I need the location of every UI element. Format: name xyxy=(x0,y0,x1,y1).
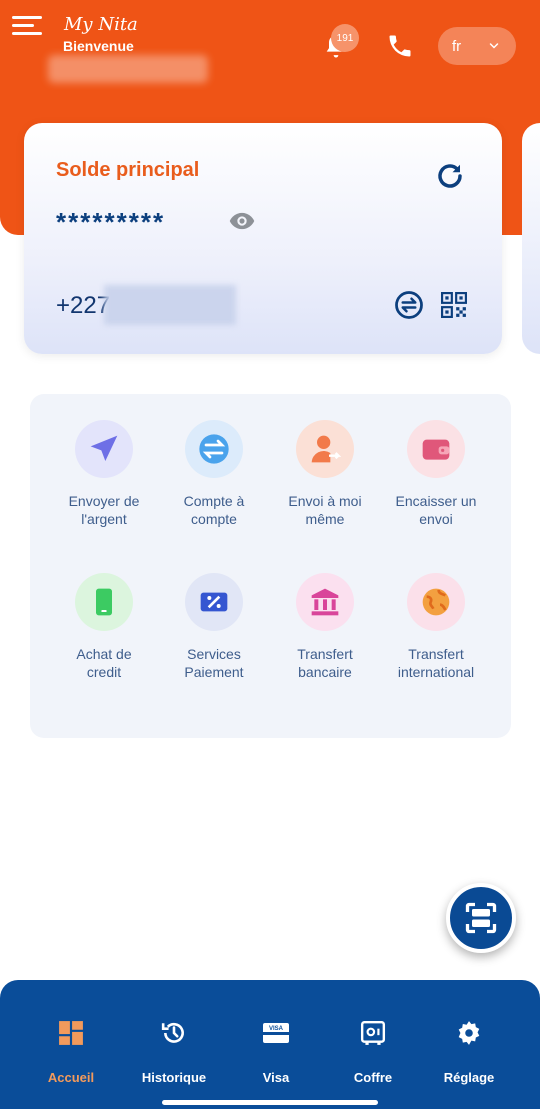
nav-coffre[interactable]: Coffre xyxy=(323,1018,423,1085)
service-label: Paiement xyxy=(184,664,244,680)
service-services-paiement[interactable]: Services Paiement xyxy=(159,573,269,681)
notification-badge: 191 xyxy=(331,24,359,52)
scan-button[interactable] xyxy=(446,883,516,953)
redacted-user-name xyxy=(48,55,208,83)
masked-balance: ********* xyxy=(56,207,166,237)
service-label: Transfert xyxy=(408,646,464,662)
qr-code-icon[interactable] xyxy=(441,292,467,318)
chevron-down-icon xyxy=(489,43,499,49)
service-label: Envoyer de xyxy=(68,493,140,509)
service-envoyer-argent[interactable]: Envoyer de l'argent xyxy=(49,420,159,528)
service-label: compte xyxy=(191,511,237,527)
service-achat-credit[interactable]: Achat de credit xyxy=(49,573,159,681)
service-label: l'argent xyxy=(81,511,127,527)
nav-accueil[interactable]: Accueil xyxy=(21,1018,121,1085)
scan-icon xyxy=(465,902,497,934)
language-value: fr xyxy=(452,37,462,55)
globe-icon xyxy=(407,573,465,631)
service-label: bancaire xyxy=(298,664,352,680)
gear-icon xyxy=(419,1018,519,1048)
service-label: Encaisser un xyxy=(395,493,477,509)
home-indicator xyxy=(162,1100,378,1105)
transfer-arrows-icon xyxy=(185,420,243,478)
brand-logo: My Nita xyxy=(64,14,138,35)
card-title: Solde principal xyxy=(56,159,200,181)
bottom-navigation: Accueil Historique VISA Visa Coffre Régl… xyxy=(0,980,540,1109)
service-label: credit xyxy=(86,664,122,680)
service-label: même xyxy=(305,511,345,527)
service-transfert-international[interactable]: Transfert international xyxy=(381,573,491,681)
service-label: Transfert xyxy=(297,646,353,662)
welcome-text: Bienvenue xyxy=(63,38,134,54)
service-label: Envoi à moi xyxy=(288,493,362,509)
nav-historique[interactable]: Historique xyxy=(124,1018,224,1085)
service-encaisser-envoi[interactable]: Encaisser un envoi xyxy=(381,420,491,528)
balance-card: Solde principal ********* +227 xyxy=(24,123,502,354)
swap-account-icon[interactable] xyxy=(394,290,424,320)
service-transfert-bancaire[interactable]: Transfert bancaire xyxy=(270,573,380,681)
history-icon xyxy=(124,1018,224,1048)
nav-label: Coffre xyxy=(353,1070,393,1085)
service-label: international xyxy=(397,664,475,680)
nav-reglage[interactable]: Réglage xyxy=(419,1018,519,1085)
nav-visa[interactable]: VISA Visa xyxy=(226,1018,326,1085)
phone-number: +227 xyxy=(56,292,111,319)
service-compte-a-compte[interactable]: Compte à compte xyxy=(159,420,269,528)
service-label: Compte à xyxy=(183,493,245,509)
person-arrow-icon xyxy=(296,420,354,478)
nav-label: Visa xyxy=(262,1070,290,1085)
nav-label: Historique xyxy=(141,1070,207,1085)
dashboard-icon xyxy=(21,1018,121,1048)
phone-device-icon xyxy=(75,573,133,631)
wallet-icon xyxy=(407,420,465,478)
nav-label: Accueil xyxy=(47,1070,95,1085)
eye-icon[interactable] xyxy=(225,207,259,235)
service-envoi-moi-meme[interactable]: Envoi à moi même xyxy=(270,420,380,528)
svg-text:VISA: VISA xyxy=(269,1026,284,1032)
service-label: Services xyxy=(187,646,241,662)
safe-icon xyxy=(323,1018,423,1048)
phone-icon[interactable] xyxy=(386,32,414,60)
refresh-icon[interactable] xyxy=(435,161,465,191)
service-label: envoi xyxy=(419,511,453,527)
redacted-phone-number xyxy=(104,285,236,325)
menu-icon[interactable] xyxy=(12,16,44,44)
services-panel: Envoyer de l'argent Compte à compte Envoi … xyxy=(30,394,511,738)
coupon-percent-icon xyxy=(185,573,243,631)
bank-icon xyxy=(296,573,354,631)
service-label: Achat de xyxy=(76,646,132,662)
send-icon xyxy=(75,420,133,478)
language-selector[interactable]: fr xyxy=(438,27,516,65)
visa-card-icon: VISA xyxy=(226,1018,326,1048)
nav-label: Réglage xyxy=(443,1070,495,1085)
next-card-peek[interactable] xyxy=(522,123,540,354)
